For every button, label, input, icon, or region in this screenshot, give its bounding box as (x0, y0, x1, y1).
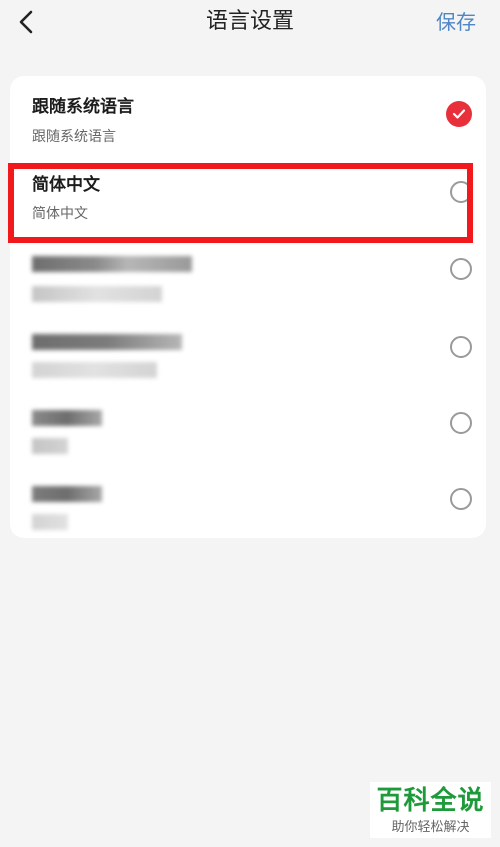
watermark-logo: 百科全说 助你轻松解决 (370, 782, 491, 838)
language-item-blurred[interactable] (10, 244, 486, 320)
radio-checked[interactable] (446, 101, 472, 127)
language-name: 简体中文 (32, 175, 100, 195)
checkmark-icon (452, 109, 466, 119)
page-title: 语言设置 (205, 9, 294, 34)
language-native-name: 跟随系统语言 (32, 129, 116, 145)
radio-unchecked[interactable] (450, 336, 472, 358)
radio-unchecked[interactable] (450, 412, 472, 434)
radio-unchecked[interactable] (450, 488, 472, 510)
language-item-follow-system[interactable]: 跟随系统语言 跟随系统语言 (10, 76, 486, 152)
blurred-language-name (32, 486, 102, 502)
blurred-language-name (32, 410, 102, 426)
blurred-language-name (32, 334, 182, 350)
watermark-title: 百科全说 (376, 786, 485, 816)
language-list: 跟随系统语言 跟随系统语言 简体中文 简体中文 (10, 76, 486, 538)
language-name: 跟随系统语言 (32, 97, 134, 117)
radio-unchecked[interactable] (450, 258, 472, 280)
language-native-name: 简体中文 (32, 206, 88, 222)
radio-unchecked[interactable] (450, 181, 472, 203)
top-bar: 语言设置 保存 (0, 0, 500, 46)
blurred-language-native (32, 286, 162, 302)
language-item-blurred[interactable] (10, 402, 486, 478)
blurred-language-name (32, 256, 192, 272)
watermark-subtitle: 助你轻松解决 (391, 820, 470, 835)
blurred-language-native (32, 438, 68, 454)
language-item-blurred[interactable] (10, 324, 486, 400)
save-button[interactable]: 保存 (436, 6, 476, 38)
language-item-simplified-chinese[interactable]: 简体中文 简体中文 (10, 164, 486, 240)
blurred-language-native (32, 514, 68, 530)
language-item-blurred[interactable] (10, 478, 486, 554)
blurred-language-native (32, 362, 157, 378)
